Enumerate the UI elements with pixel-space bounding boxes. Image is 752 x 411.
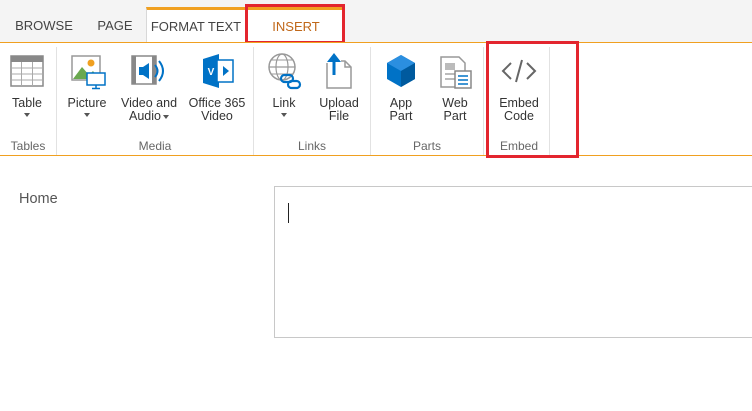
table-icon <box>10 55 44 87</box>
video-audio-label-line2: Audio <box>129 109 161 123</box>
upload-file-icon <box>326 53 352 89</box>
group-label-tables: Tables <box>10 139 46 153</box>
svg-text:V: V <box>208 67 215 78</box>
group-label-embed: Embed <box>499 139 539 153</box>
upload-file-button[interactable]: Upload File <box>312 51 366 123</box>
group-label-media: Media <box>138 139 172 153</box>
group-label-links: Links <box>297 139 326 153</box>
ribbon-insert: Table Tables Picture Video and Audio V O… <box>0 42 752 156</box>
tab-browse[interactable]: BROWSE <box>8 8 80 42</box>
video-audio-icon <box>131 55 164 85</box>
group-parts: App Part Web Part Parts <box>371 43 483 155</box>
chevron-down-icon <box>84 113 90 117</box>
upload-label-line1: Upload <box>319 96 359 110</box>
group-links: Link Upload File Links <box>254 43 370 155</box>
office365-label-line2: Video <box>201 109 233 123</box>
embed-code-label-line2: Code <box>504 109 534 123</box>
app-part-icon <box>387 55 415 87</box>
group-label-parts: Parts <box>412 139 441 153</box>
office365-label-line1: Office 365 <box>188 96 246 110</box>
app-part-label-line1: App <box>389 96 413 110</box>
chevron-down-icon <box>162 114 169 119</box>
app-part-button[interactable]: App Part <box>375 51 427 123</box>
app-part-label-line2: Part <box>389 109 413 123</box>
chevron-down-icon <box>24 113 30 117</box>
link-globe-icon <box>268 53 302 90</box>
video-audio-button[interactable]: Video and Audio <box>117 51 181 123</box>
web-part-button[interactable]: Web Part <box>429 51 481 123</box>
group-embed: Embed Code Embed <box>490 43 548 155</box>
link-label: Link <box>272 96 296 110</box>
ribbon-tab-bar: BROWSE PAGE FORMAT TEXT INSERT <box>0 0 752 42</box>
group-media: Picture Video and Audio V Office 365 Vid… <box>57 43 253 155</box>
embed-code-label-line1: Embed <box>499 96 539 110</box>
group-divider <box>483 47 484 155</box>
picture-icon <box>71 55 106 90</box>
tab-format-text[interactable]: FORMAT TEXT <box>146 7 246 42</box>
tab-page[interactable]: PAGE <box>88 8 142 42</box>
tab-insert[interactable]: INSERT <box>248 7 344 42</box>
table-label: Table <box>12 96 42 110</box>
table-button[interactable]: Table <box>2 51 52 117</box>
office365-video-icon: V <box>203 54 234 88</box>
rich-text-editor[interactable] <box>274 186 752 338</box>
web-part-label-line1: Web <box>442 96 468 110</box>
group-divider <box>549 47 550 155</box>
web-part-label-line2: Part <box>443 109 467 123</box>
upload-label-line2: File <box>328 109 350 123</box>
chevron-down-icon <box>281 113 287 117</box>
embed-code-icon <box>501 59 537 83</box>
web-part-icon <box>440 56 472 89</box>
office365-video-button[interactable]: V Office 365 Video <box>184 51 250 123</box>
picture-button[interactable]: Picture <box>61 51 113 117</box>
group-tables: Table Tables <box>0 43 56 155</box>
link-button[interactable]: Link <box>258 51 310 117</box>
video-audio-label-line1: Video and <box>120 96 178 110</box>
text-cursor <box>288 203 289 223</box>
picture-label: Picture <box>67 96 107 110</box>
home-label: Home <box>19 191 58 207</box>
embed-code-button[interactable]: Embed Code <box>492 51 546 123</box>
